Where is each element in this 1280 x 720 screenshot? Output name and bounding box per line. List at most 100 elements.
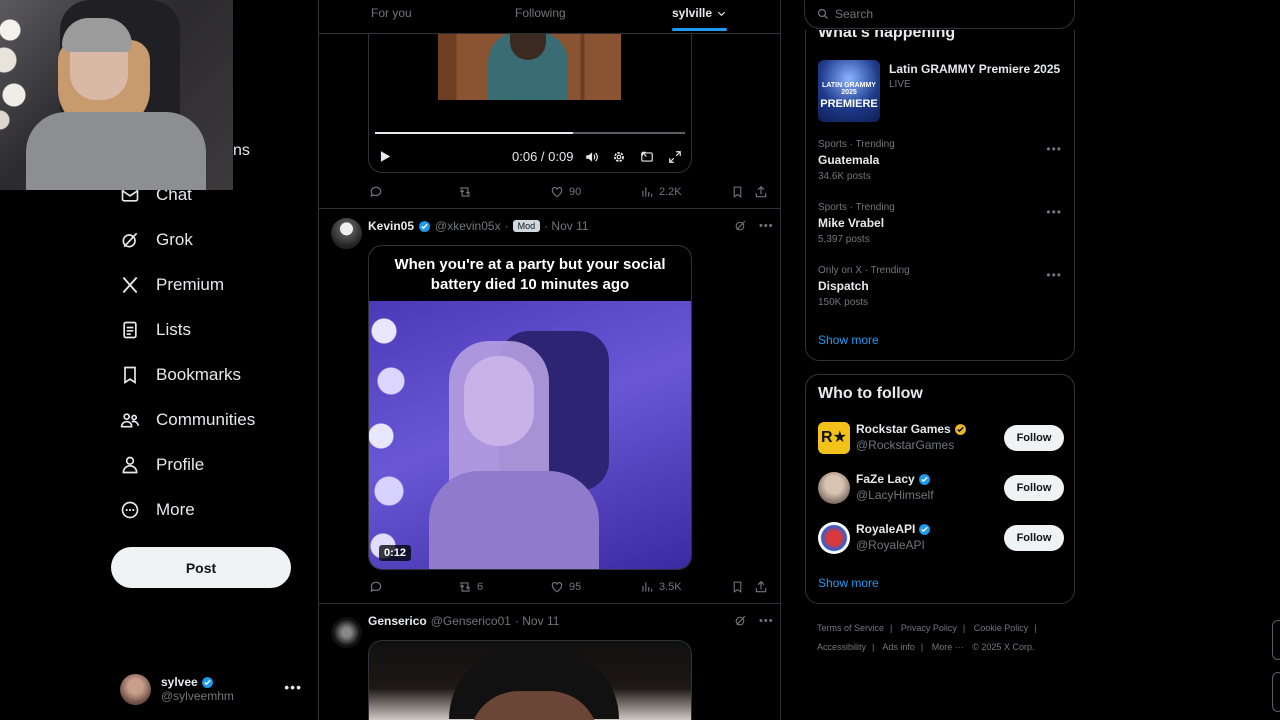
nav-item-bookmarks[interactable]: Bookmarks: [120, 355, 241, 395]
nav-item-more[interactable]: More: [120, 490, 195, 530]
follow-suggestion[interactable]: R★ Rockstar Games @RockstarGames Follow: [818, 422, 1064, 456]
featured-thumbnail[interactable]: LATIN GRAMMY 2025 PREMIERE: [818, 60, 880, 122]
meme-caption: When you're at a party but your social b…: [394, 256, 666, 293]
footer-link-accessibility[interactable]: Accessibility: [817, 642, 866, 652]
follow-suggestion[interactable]: RoyaleAPI @RoyaleAPI Follow: [818, 522, 1064, 556]
nav-item-label: Profile: [156, 455, 205, 474]
tweet-date[interactable]: · Nov 11: [544, 219, 588, 233]
nav-item-label: Bookmarks: [156, 365, 242, 384]
post-button[interactable]: Post: [111, 547, 291, 588]
tweet-date[interactable]: · Nov 11: [515, 614, 559, 628]
reply-button[interactable]: [369, 185, 388, 199]
mod-badge: Mod: [512, 220, 541, 232]
trend-count: 150K posts: [818, 297, 869, 308]
grok-icon[interactable]: [734, 614, 747, 627]
footer-links: Terms of Service | Privacy Policy | Cookie…: [817, 619, 1075, 657]
footer-link-more[interactable]: More ···: [932, 642, 964, 652]
footer-separator: |: [1034, 623, 1037, 633]
trend-title: Dispatch: [818, 279, 869, 293]
scroll-handle[interactable]: [1272, 672, 1280, 712]
account-switcher[interactable]: sylvee @sylveemhm •••: [120, 671, 310, 707]
footer-link-cookie[interactable]: Cookie Policy: [974, 623, 1029, 633]
suggestion-handle: @RockstarGames: [856, 438, 955, 452]
avatar[interactable]: [331, 617, 362, 648]
suggestion-name: FaZe Lacy: [856, 472, 915, 486]
nav-item-profile[interactable]: Profile: [120, 445, 204, 485]
avatar[interactable]: [331, 218, 362, 249]
chevron-down-icon: [717, 11, 726, 16]
tweet-more-icon[interactable]: •••: [759, 220, 774, 232]
heart-icon: [551, 582, 563, 593]
views-button[interactable]: 2.2K: [640, 185, 682, 199]
play-icon[interactable]: [378, 149, 392, 164]
bookmark-icon[interactable]: [731, 580, 744, 594]
footer-link-ads-info[interactable]: Ads info: [882, 642, 915, 652]
whats-happening-panel: What's happening LATIN GRAMMY 2025 PREMI…: [805, 30, 1075, 361]
verified-badge-icon: [201, 676, 213, 688]
streamer-body: [26, 112, 206, 190]
footer-link-privacy[interactable]: Privacy Policy: [901, 623, 957, 633]
verified-badge-icon: [918, 473, 930, 485]
tweet-media[interactable]: When you're at a party but your social b…: [368, 245, 692, 570]
trend-item[interactable]: Sports · Trending Guatemala 34.6K posts: [818, 139, 895, 182]
tweet-divider: [319, 208, 780, 209]
share-icon[interactable]: [754, 580, 768, 594]
trend-category: Sports · Trending: [818, 139, 895, 150]
account-more-icon[interactable]: •••: [284, 679, 302, 695]
reply-button[interactable]: [369, 580, 388, 594]
footer-link-terms[interactable]: Terms of Service: [817, 623, 884, 633]
like-button[interactable]: 90: [550, 185, 581, 199]
views-button[interactable]: 3.5K: [640, 580, 682, 594]
person-icon: [122, 456, 138, 474]
trend-more-icon[interactable]: •••: [1046, 205, 1062, 219]
tweet-more-icon[interactable]: •••: [759, 615, 774, 627]
pip-icon[interactable]: [640, 150, 654, 164]
tweet-author-handle[interactable]: @Genserico01: [431, 614, 511, 628]
suggestion-handle: @RoyaleAPI: [856, 538, 925, 552]
bookmark-icon[interactable]: [731, 185, 744, 199]
nav-item-notifications-partial[interactable]: ns: [233, 142, 250, 160]
scroll-handle[interactable]: [1272, 620, 1280, 660]
settings-gear-icon[interactable]: [612, 150, 626, 164]
trend-item[interactable]: Only on X · Trending Dispatch 150K posts: [818, 265, 910, 308]
analytics-icon: [642, 582, 653, 592]
tab-for-you[interactable]: For you: [371, 6, 412, 20]
follow-suggestion[interactable]: FaZe Lacy @LacyHimself Follow: [818, 472, 1064, 506]
show-more-link[interactable]: Show more: [818, 576, 879, 590]
streamer-beanie: [62, 18, 132, 52]
nav-item-lists[interactable]: Lists: [120, 310, 191, 350]
flowers-decoration: [0, 0, 36, 140]
verified-badge-icon: [919, 523, 931, 535]
bookmark-icon: [124, 366, 136, 385]
follow-button[interactable]: Follow: [1004, 475, 1064, 501]
nav-item-communities[interactable]: Communities: [120, 400, 255, 440]
fullscreen-icon[interactable]: [668, 150, 682, 164]
trend-item[interactable]: Sports · Trending Mike Vrabel 5,397 post…: [818, 202, 895, 245]
show-more-link[interactable]: Show more: [818, 333, 879, 347]
footer-separator: |: [920, 642, 924, 652]
communities-icon: [120, 413, 140, 428]
search-input[interactable]: Search: [804, 0, 1075, 29]
volume-icon[interactable]: [584, 150, 599, 164]
verified-gold-badge-icon: [954, 423, 966, 435]
nav-item-grok[interactable]: Grok: [120, 220, 193, 260]
share-icon[interactable]: [754, 185, 768, 199]
nav-item-premium[interactable]: Premium: [120, 265, 224, 305]
trend-more-icon[interactable]: •••: [1046, 142, 1062, 156]
follow-button[interactable]: Follow: [1004, 425, 1064, 451]
tweet-author-handle[interactable]: @xkevin05x: [435, 219, 501, 233]
follow-button[interactable]: Follow: [1004, 525, 1064, 551]
featured-title[interactable]: Latin GRAMMY Premiere 2025: [889, 62, 1060, 76]
grok-icon[interactable]: [734, 219, 747, 232]
suggestion-handle: @LacyHimself: [856, 488, 934, 502]
tab-following[interactable]: Following: [515, 6, 566, 20]
tweet-media[interactable]: [368, 640, 692, 720]
retweet-button[interactable]: 6: [458, 580, 483, 594]
suggestion-name-row: Rockstar Games: [856, 422, 967, 436]
retweet-button[interactable]: [458, 185, 477, 199]
tweet-author-name[interactable]: Kevin05: [368, 219, 414, 233]
tweet-author-name[interactable]: Genserico: [368, 614, 427, 628]
trend-more-icon[interactable]: •••: [1046, 268, 1062, 282]
tab-sylville[interactable]: sylville: [672, 6, 727, 20]
like-button[interactable]: 95: [550, 580, 581, 594]
